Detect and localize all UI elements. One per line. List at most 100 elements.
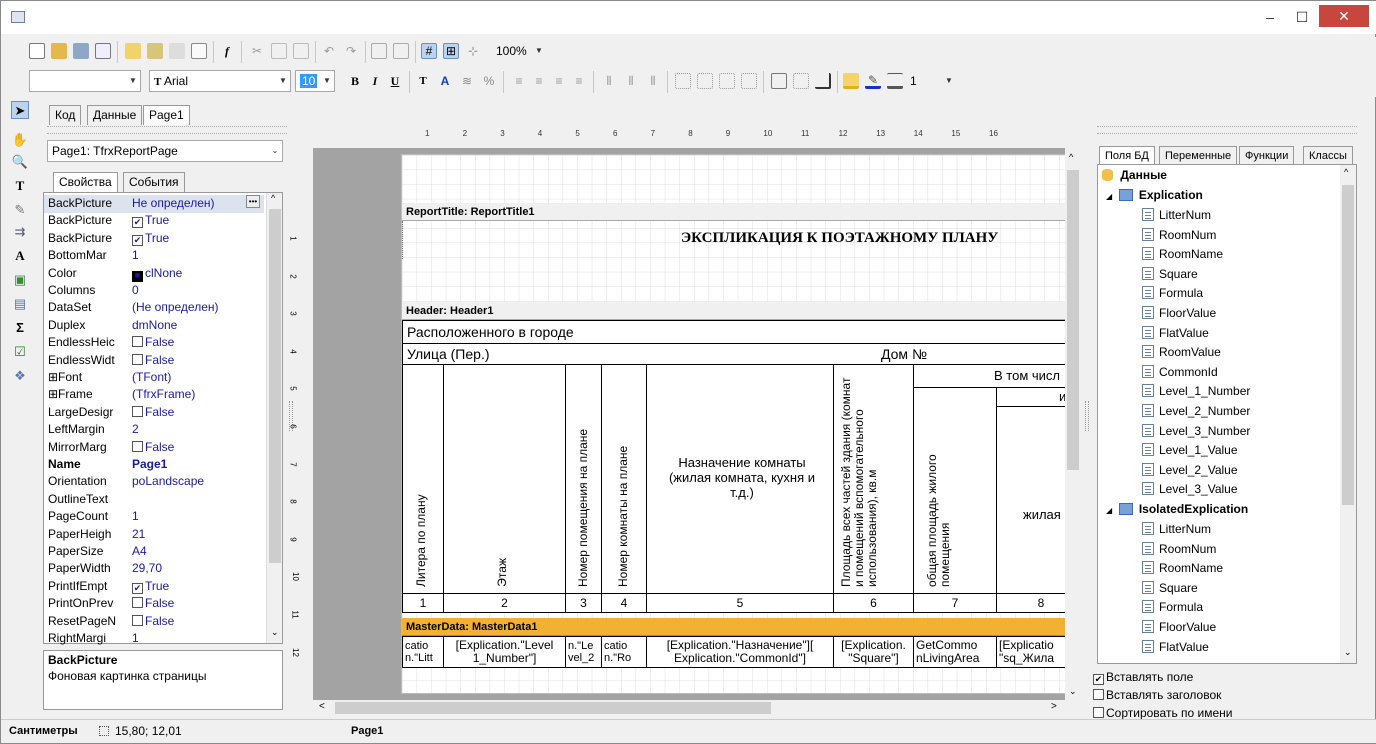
align-justify-icon[interactable]: ≡ [571,73,587,89]
property-value[interactable]: Не определен) [132,195,215,212]
property-checkbox[interactable]: ✔ [132,582,143,594]
property-checkbox[interactable]: ✔ [132,234,143,246]
tab-data[interactable]: Данные [87,105,143,125]
property-row[interactable]: EndlessWidt False [44,352,264,370]
property-value[interactable]: 0 [132,282,139,299]
frame-none-icon[interactable] [793,73,809,89]
align-center-icon[interactable]: ≡ [531,73,547,89]
col-area[interactable]: Площадь всех частей здания (комнат и пом… [833,364,914,594]
group-icon[interactable] [371,43,387,59]
md-sq-living[interactable]: [Explicatio "sq_Жила [996,636,1074,668]
expand-icon[interactable]: ◢ [1106,506,1112,515]
align-left-icon[interactable]: ≡ [511,73,527,89]
property-row[interactable]: Orientation poLandscape [44,473,264,491]
property-row[interactable]: PaperWidth 29,70 [44,560,264,578]
valign-top-icon[interactable]: ⦀ [601,73,617,89]
property-row[interactable]: LargeDesigr False [44,404,264,422]
style-select[interactable]: ▼ [29,70,141,92]
tree-field[interactable]: FlatValue [1142,323,1209,343]
frame-color-icon[interactable]: ✎ [865,73,881,89]
hand-icon[interactable]: ✋ [11,131,29,149]
property-row[interactable]: PageCount 1 [44,508,264,526]
tree-field[interactable]: Formula [1142,283,1203,303]
md-living-area[interactable]: GetCommo nLivingArea [913,636,997,668]
property-row[interactable]: Name Page1 [44,456,264,474]
md-square[interactable]: [Explication. "Square"] [833,636,914,668]
scroll-down-icon[interactable]: ⌄ [271,627,279,638]
tree-field[interactable]: FloorValue [1142,303,1216,323]
property-checkbox[interactable] [132,353,143,365]
property-value[interactable]: Page1 [132,456,167,473]
col-room-num[interactable]: Номер помещения на плане [565,364,602,594]
ungroup-icon[interactable] [393,43,409,59]
zoom-select[interactable]: 100% ▼ [491,40,547,62]
tree-field[interactable]: Level_1_Value [1142,440,1238,460]
property-value[interactable]: (Не определен) [132,299,219,316]
valign-bottom-icon[interactable]: ⦀ [645,73,661,89]
align-grid-icon[interactable]: ⊞ [443,43,459,59]
property-value[interactable]: False [132,595,174,612]
right-splitter[interactable] [1085,401,1089,431]
font-settings-icon[interactable]: T [415,73,431,89]
tree-field[interactable]: Level_3_Value [1142,479,1238,499]
tree-field[interactable]: Level_2_Value [1142,460,1238,480]
property-checkbox[interactable] [132,614,143,626]
property-value[interactable]: False [132,404,174,421]
italic-button[interactable]: I [367,73,383,89]
object-select[interactable]: Page1: TfrxReportPage ⌄ [47,140,283,162]
property-value[interactable]: A4 [132,543,147,560]
scroll-up-icon[interactable]: ^ [1069,152,1073,162]
insert-header-checkbox[interactable] [1093,689,1104,700]
text-tool-icon[interactable]: T [11,177,29,195]
num-1[interactable]: 1 [402,593,444,613]
property-row[interactable]: PaperSize A4 [44,543,264,561]
property-row[interactable]: Columns 0 [44,282,264,300]
paste-icon[interactable] [293,43,309,59]
property-row[interactable]: RightMargi 1 [44,630,264,648]
col-incl-sub[interactable]: и [996,387,1074,407]
tree-field[interactable]: Square [1142,578,1198,598]
property-value[interactable]: 1 [132,508,139,525]
reporttitle-band-header[interactable]: ReportTitle: ReportTitle1 [402,203,1074,221]
close-button[interactable]: ✕ [1319,5,1369,27]
tab-db-fields[interactable]: Поля БД [1099,146,1155,166]
tree-dataset-isolated[interactable]: ◢ IsolatedExplication [1106,499,1248,519]
tree-field[interactable]: CommonId [1142,362,1218,382]
select-arrow-icon[interactable]: ➤ [11,101,29,119]
scroll-down-icon[interactable]: ⌄ [1344,647,1352,658]
property-value[interactable]: 1 [132,247,139,264]
minimize-button[interactable]: – [1255,1,1285,33]
tab-events[interactable]: События [123,172,185,192]
md-litter[interactable]: catio n."Litt [402,636,444,668]
font-color-icon[interactable]: A [437,73,453,89]
tab-page1[interactable]: Page1 [143,105,190,125]
format-brush-icon[interactable]: ✎ [11,201,29,219]
num-5[interactable]: 5 [646,593,834,613]
tree-field[interactable]: LitterNum [1142,205,1211,225]
page-settings-icon[interactable] [191,43,207,59]
property-value[interactable]: (TFont) [132,369,171,386]
tab-properties[interactable]: Свойства [53,172,118,192]
num-4[interactable]: 4 [601,593,647,613]
tab-variables[interactable]: Переменные [1159,146,1238,166]
designer-hscroll[interactable]: < > [313,700,1065,716]
insert-header-option[interactable]: Вставлять заголовок [1093,688,1221,702]
tree-field[interactable]: RoomNum [1142,539,1216,559]
open-icon[interactable] [51,43,67,59]
property-value[interactable]: ■ clNone [132,265,182,282]
tab-code[interactable]: Код [49,105,82,125]
scroll-down-icon[interactable]: ⌄ [1069,686,1077,697]
property-row[interactable]: EndlessHeic False [44,334,264,352]
scroll-right-icon[interactable]: > [1051,701,1057,712]
panel-grip[interactable] [1097,126,1357,134]
property-value[interactable]: False [132,352,174,369]
frame-bottom-icon[interactable] [697,73,713,89]
tree-field[interactable]: Square [1142,264,1198,284]
property-value[interactable]: dmNone [132,317,177,334]
md-roomnum[interactable]: catio n."Ro [601,636,647,668]
header-band-header[interactable]: Header: Header1 [402,302,1074,320]
col-total-living[interactable]: общая площадь жилого помещения [913,387,997,594]
delete-page-icon[interactable] [169,43,185,59]
picture-icon[interactable]: ▣ [11,271,29,289]
frame-right-icon[interactable] [741,73,757,89]
